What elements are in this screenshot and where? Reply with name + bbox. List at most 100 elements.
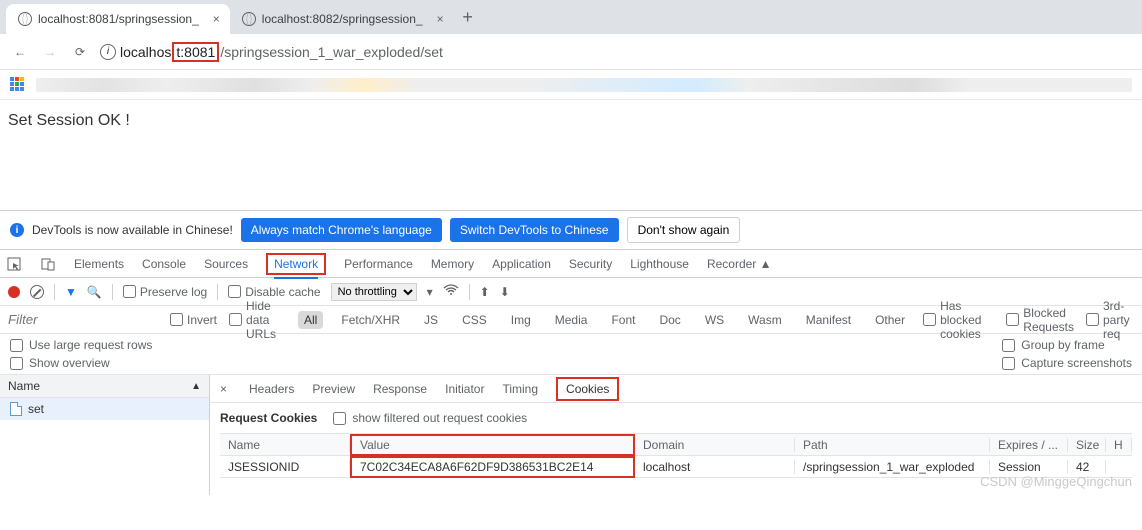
tab-memory[interactable]: Memory bbox=[431, 251, 474, 277]
group-by-frame-checkbox[interactable]: Group by frame bbox=[1002, 338, 1132, 352]
request-row[interactable]: set bbox=[0, 398, 209, 420]
close-icon[interactable]: × bbox=[213, 12, 220, 26]
cookie-expires: Session bbox=[990, 460, 1068, 474]
site-info-icon[interactable]: i bbox=[100, 44, 116, 60]
type-other[interactable]: Other bbox=[869, 311, 911, 329]
col-name[interactable]: Name bbox=[220, 438, 350, 452]
filter-input[interactable] bbox=[8, 312, 158, 327]
subtab-cookies-highlight: Cookies bbox=[556, 377, 619, 401]
browser-tab-inactive[interactable]: localhost:8082/springsession_ × bbox=[230, 4, 454, 34]
subtab-initiator[interactable]: Initiator bbox=[445, 378, 484, 400]
wifi-icon[interactable] bbox=[443, 284, 459, 299]
type-media[interactable]: Media bbox=[549, 311, 594, 329]
type-css[interactable]: CSS bbox=[456, 311, 493, 329]
devtools-tabs: Elements Console Sources Network Perform… bbox=[0, 250, 1142, 278]
third-party-checkbox[interactable]: 3rd-party req bbox=[1086, 299, 1134, 341]
subtab-response[interactable]: Response bbox=[373, 378, 427, 400]
detail-subtabs: × Headers Preview Response Initiator Tim… bbox=[210, 375, 1142, 403]
device-icon[interactable] bbox=[40, 256, 56, 272]
preview-icon: ▲ bbox=[760, 257, 772, 271]
url-field[interactable]: i localhost:8081/springsession_1_war_exp… bbox=[100, 42, 1132, 62]
large-rows-checkbox[interactable]: Use large request rows bbox=[10, 338, 152, 352]
filter-row: Invert Hide data URLs All Fetch/XHR JS C… bbox=[0, 306, 1142, 334]
type-img[interactable]: Img bbox=[505, 311, 537, 329]
tab-network-highlight: Network bbox=[266, 253, 326, 275]
tab-console[interactable]: Console bbox=[142, 251, 186, 277]
cookies-header-row: Name Value Domain Path Expires / ... Siz… bbox=[220, 434, 1132, 456]
page-body: Set Session OK ! bbox=[0, 100, 1142, 210]
forward-button[interactable]: → bbox=[40, 42, 60, 62]
tab-title: localhost:8081/springsession_ bbox=[38, 12, 199, 26]
back-button[interactable]: ← bbox=[10, 42, 30, 62]
type-fetch[interactable]: Fetch/XHR bbox=[335, 311, 406, 329]
disable-cache-checkbox[interactable]: Disable cache bbox=[228, 285, 320, 299]
tab-application[interactable]: Application bbox=[492, 251, 551, 277]
blocked-requests-checkbox[interactable]: Blocked Requests bbox=[1006, 306, 1074, 334]
subtab-timing[interactable]: Timing bbox=[502, 378, 538, 400]
cookie-row[interactable]: JSESSIONID 7C02C34ECA8A6F62DF9D386531BC2… bbox=[220, 456, 1132, 478]
request-name: set bbox=[28, 402, 44, 416]
subtab-cookies[interactable]: Cookies bbox=[566, 378, 609, 400]
apps-icon[interactable] bbox=[10, 77, 26, 93]
tab-lighthouse[interactable]: Lighthouse bbox=[630, 251, 689, 277]
col-httponly[interactable]: H bbox=[1106, 438, 1132, 452]
subtab-headers[interactable]: Headers bbox=[249, 378, 294, 400]
col-domain[interactable]: Domain bbox=[635, 438, 795, 452]
cookie-value-highlight: 7C02C34ECA8A6F62DF9D386531BC2E14 bbox=[350, 456, 635, 478]
blocked-cookies-checkbox[interactable]: Has blocked cookies bbox=[923, 299, 994, 341]
preserve-log-checkbox[interactable]: Preserve log bbox=[123, 285, 207, 299]
col-size[interactable]: Size bbox=[1068, 438, 1106, 452]
tab-security[interactable]: Security bbox=[569, 251, 612, 277]
subtab-preview[interactable]: Preview bbox=[312, 378, 355, 400]
tab-title: localhost:8082/springsession_ bbox=[262, 12, 423, 26]
col-path[interactable]: Path bbox=[795, 438, 990, 452]
bookmark-bar bbox=[0, 70, 1142, 100]
tab-recorder[interactable]: Recorder ▲ bbox=[707, 251, 772, 277]
browser-tab-active[interactable]: localhost:8081/springsession_ × bbox=[6, 4, 230, 34]
show-overview-checkbox[interactable]: Show overview bbox=[10, 356, 152, 370]
tab-elements[interactable]: Elements bbox=[74, 251, 124, 277]
type-font[interactable]: Font bbox=[605, 311, 641, 329]
download-icon[interactable]: ⬇ bbox=[500, 285, 510, 299]
throttling-select[interactable]: No throttling bbox=[331, 283, 417, 301]
globe-icon bbox=[18, 12, 32, 26]
devtools-notice: i DevTools is now available in Chinese! … bbox=[0, 210, 1142, 250]
sort-asc-icon: ▲ bbox=[191, 381, 201, 392]
request-list-header[interactable]: Name ▲ bbox=[0, 375, 209, 398]
type-all[interactable]: All bbox=[298, 311, 323, 329]
notice-text: DevTools is now available in Chinese! bbox=[32, 223, 233, 237]
record-icon[interactable] bbox=[8, 286, 20, 298]
dismiss-button[interactable]: Don't show again bbox=[627, 217, 741, 243]
document-icon bbox=[10, 402, 22, 416]
request-list: Name ▲ set bbox=[0, 375, 210, 495]
type-wasm[interactable]: Wasm bbox=[742, 311, 788, 329]
cookies-table: Name Value Domain Path Expires / ... Siz… bbox=[220, 433, 1132, 478]
close-icon[interactable]: × bbox=[437, 12, 444, 26]
new-tab-button[interactable]: + bbox=[454, 3, 482, 31]
col-value-highlight: Value bbox=[350, 434, 635, 456]
invert-checkbox[interactable]: Invert bbox=[170, 313, 217, 327]
close-detail-icon[interactable]: × bbox=[216, 382, 231, 396]
upload-icon[interactable]: ⬆ bbox=[480, 285, 490, 299]
address-bar: ← → ⟳ i localhost:8081/springsession_1_w… bbox=[0, 34, 1142, 70]
type-ws[interactable]: WS bbox=[699, 311, 730, 329]
tab-sources[interactable]: Sources bbox=[204, 251, 248, 277]
hide-data-urls-checkbox[interactable]: Hide data URLs bbox=[229, 299, 286, 341]
cookie-name: JSESSIONID bbox=[220, 460, 350, 474]
search-icon[interactable]: 🔍 bbox=[87, 285, 102, 299]
match-language-button[interactable]: Always match Chrome's language bbox=[241, 218, 442, 242]
capture-screenshots-checkbox[interactable]: Capture screenshots bbox=[1002, 356, 1132, 370]
type-manifest[interactable]: Manifest bbox=[800, 311, 857, 329]
tab-network[interactable]: Network bbox=[274, 251, 318, 279]
show-filtered-checkbox[interactable]: show filtered out request cookies bbox=[333, 411, 527, 425]
reload-button[interactable]: ⟳ bbox=[70, 42, 90, 62]
col-expires[interactable]: Expires / ... bbox=[990, 438, 1068, 452]
chevron-down-icon[interactable]: ▾ bbox=[427, 285, 433, 299]
switch-language-button[interactable]: Switch DevTools to Chinese bbox=[450, 218, 619, 242]
filter-icon[interactable]: ▼ bbox=[65, 285, 77, 299]
inspect-icon[interactable] bbox=[6, 256, 22, 272]
clear-icon[interactable] bbox=[30, 285, 44, 299]
tab-performance[interactable]: Performance bbox=[344, 251, 413, 277]
type-doc[interactable]: Doc bbox=[653, 311, 686, 329]
type-js[interactable]: JS bbox=[418, 311, 444, 329]
